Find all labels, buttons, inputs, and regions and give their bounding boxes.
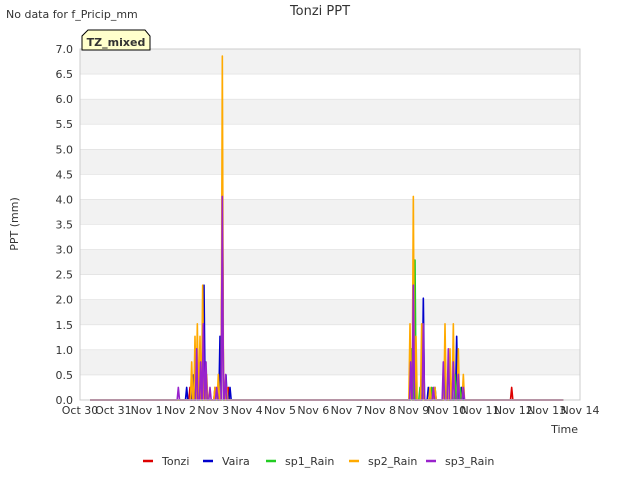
y-tick-label: 3.0: [56, 244, 74, 257]
x-tick-label: Nov 9: [397, 404, 429, 417]
x-tick-label: Nov 5: [264, 404, 296, 417]
y-tick-labels: 0.00.51.01.52.02.53.03.54.04.55.05.56.06…: [56, 43, 74, 407]
x-axis-label: Time: [550, 423, 578, 436]
no-data-note: No data for f_Pricip_mm: [6, 8, 138, 21]
grid-band: [80, 349, 580, 375]
legend-label: Tonzi: [161, 455, 189, 468]
y-tick-label: 1.5: [56, 319, 74, 332]
y-tick-label: 7.0: [56, 43, 74, 56]
y-tick-label: 5.0: [56, 143, 74, 156]
y-axis-label: PPT (mm): [8, 197, 21, 251]
grid-band: [80, 149, 580, 175]
y-tick-label: 5.5: [56, 118, 74, 131]
y-tick-label: 0.5: [56, 369, 74, 382]
grid-band: [80, 99, 580, 125]
grid-band: [80, 299, 580, 325]
x-tick-label: Oct 31: [95, 404, 132, 417]
tz-badge: TZ_mixed: [81, 29, 151, 51]
y-tick-label: 4.5: [56, 168, 74, 181]
y-tick-label: 6.0: [56, 93, 74, 106]
x-tick-label: Nov 1: [131, 404, 163, 417]
legend-label: Vaira: [222, 455, 250, 468]
x-tick-label: Nov 3: [197, 404, 229, 417]
grid-band: [80, 199, 580, 225]
grid-band: [80, 49, 580, 75]
chart-title: Tonzi PPT: [289, 4, 350, 19]
x-tick-label: Nov 8: [364, 404, 396, 417]
y-tick-label: 2.0: [56, 294, 74, 307]
x-tick-label: Nov 6: [297, 404, 329, 417]
badge-label: TZ_mixed: [87, 36, 146, 49]
x-tick-label: Oct 30: [62, 404, 99, 417]
y-tick-label: 4.0: [56, 193, 74, 206]
y-tick-label: 6.5: [56, 68, 74, 81]
x-tick-label: Nov 7: [331, 404, 363, 417]
x-tick-label: Nov 4: [231, 404, 263, 417]
legend-label: sp2_Rain: [368, 455, 417, 468]
y-tick-label: 1.0: [56, 344, 74, 357]
legend-label: sp1_Rain: [285, 455, 334, 468]
grid-band: [80, 249, 580, 275]
y-tick-label: 3.5: [56, 219, 74, 232]
legend-label: sp3_Rain: [445, 455, 494, 468]
x-tick-label: Nov 14: [561, 404, 600, 417]
x-tick-labels: Oct 30Oct 31 Nov 1 Nov 2 Nov 3 Nov 4 Nov 5 Nov…: [62, 404, 600, 417]
chart: No data for f_Pricip_mm Tonzi PPT 0.00.5…: [6, 4, 600, 468]
legend: Tonzi Vaira sp1_Rain sp2_Rain sp3_Rain: [143, 455, 494, 468]
y-tick-label: 2.5: [56, 269, 74, 282]
x-tick-label: Nov 2: [164, 404, 196, 417]
